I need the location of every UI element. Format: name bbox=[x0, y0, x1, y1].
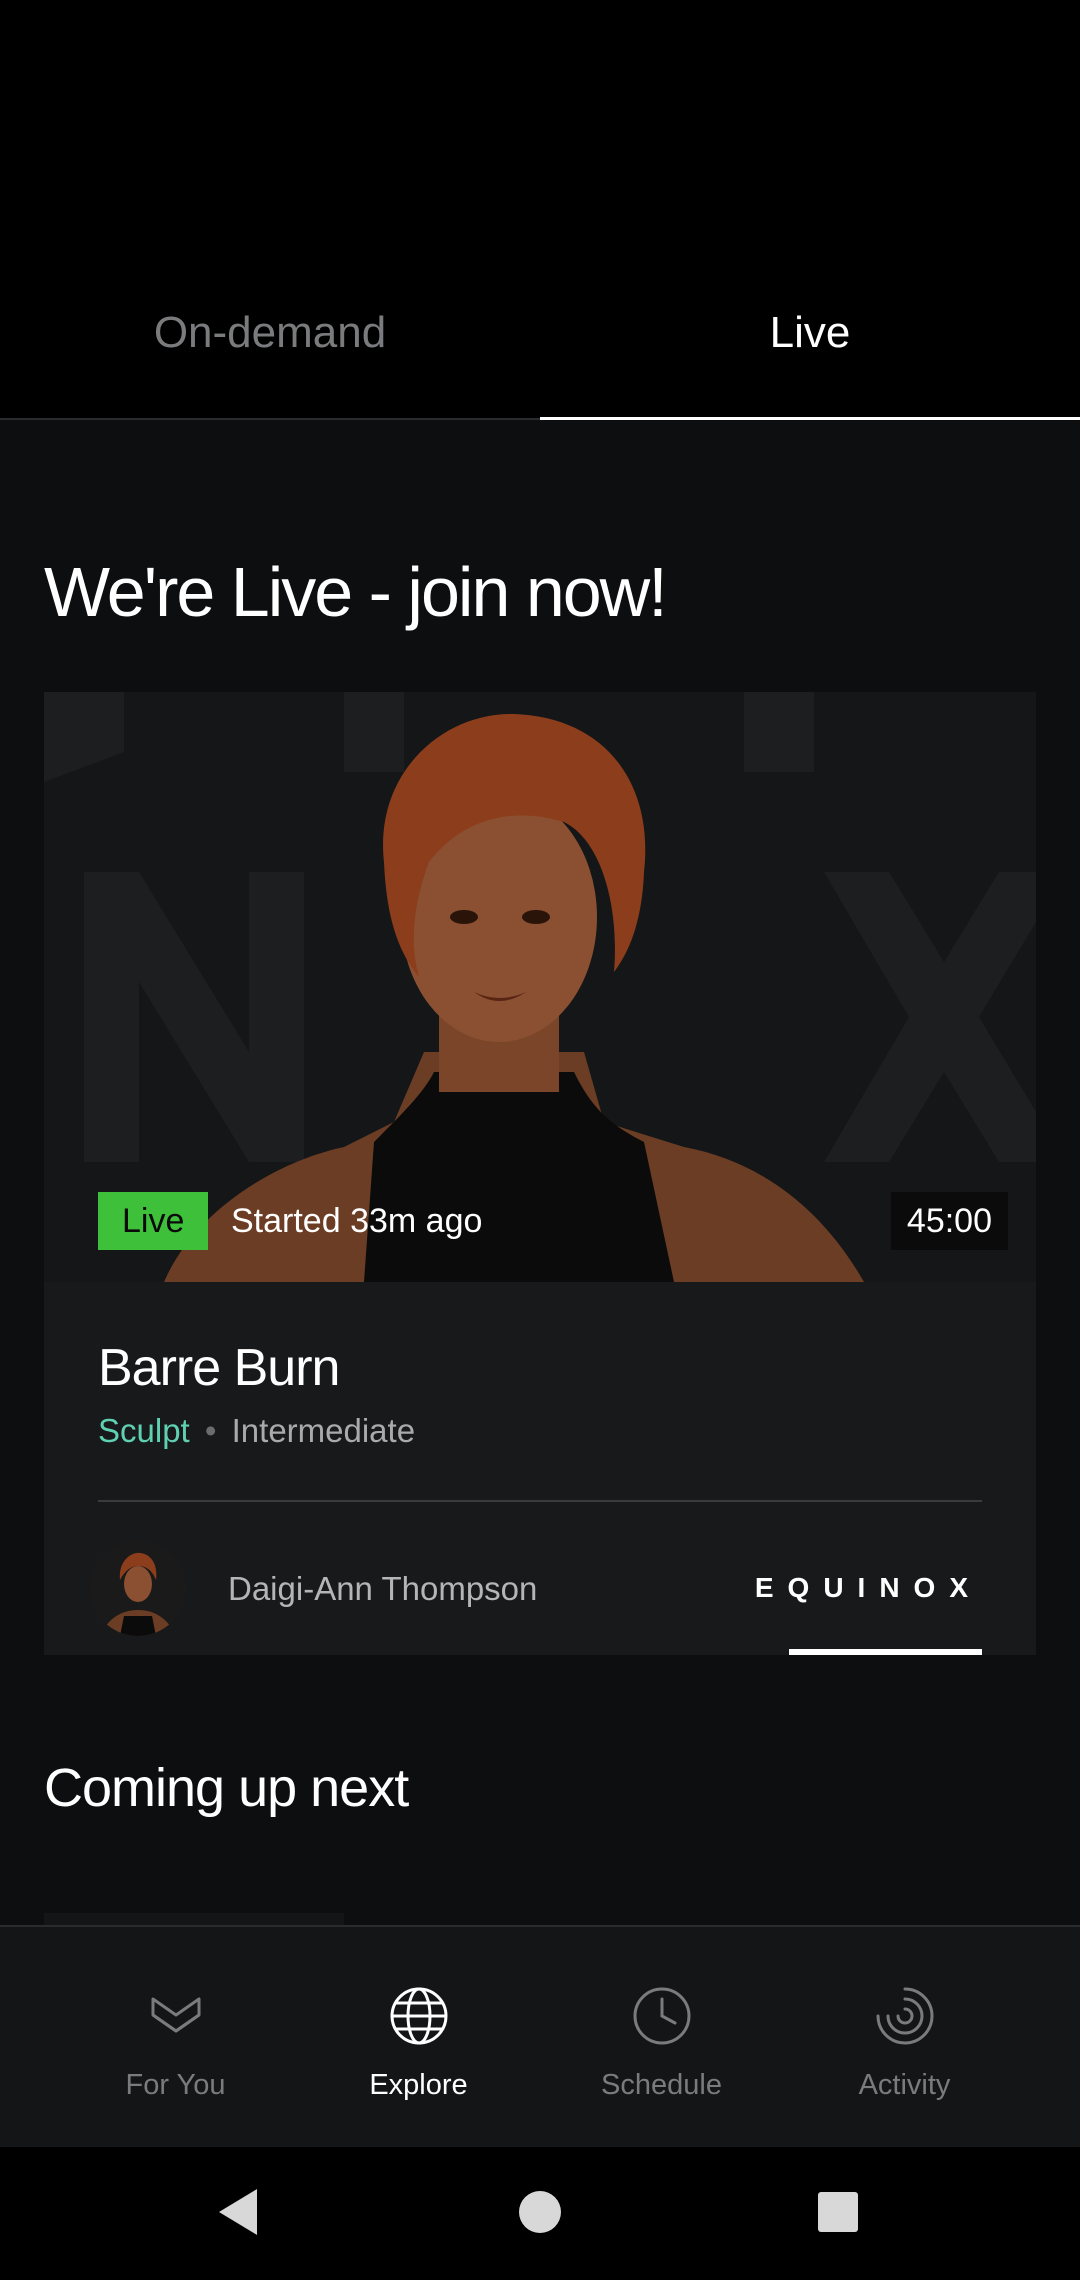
globe-icon bbox=[390, 1987, 447, 2045]
nav-for-you-label: For You bbox=[125, 2069, 226, 2101]
brand-underline bbox=[789, 1649, 982, 1655]
nav-activity[interactable]: Activity bbox=[783, 1927, 1026, 2147]
instructor-avatar bbox=[90, 1540, 186, 1636]
tab-on-demand[interactable]: On-demand bbox=[0, 260, 540, 418]
instructor-name: Daigi-Ann Thompson bbox=[228, 1570, 538, 1607]
class-category: Sculpt bbox=[98, 1412, 190, 1449]
started-time-text: Started 33m ago bbox=[231, 1202, 483, 1240]
app-screen: On-demand Live We're Live - join now! Li… bbox=[0, 0, 1080, 2280]
equinox-logo: EQUINOX bbox=[754, 1572, 982, 1603]
activity-rings-icon bbox=[876, 1987, 933, 2045]
card-divider bbox=[98, 1500, 982, 1502]
class-meta: Sculpt • Intermediate bbox=[98, 1412, 415, 1450]
tab-live[interactable]: Live bbox=[540, 260, 1080, 420]
duration-badge: 45:00 bbox=[890, 1192, 1008, 1250]
bottom-navigation: For You Explore Schedule Activity bbox=[0, 1925, 1080, 2147]
nav-activity-label: Activity bbox=[858, 2069, 951, 2101]
main-content[interactable]: We're Live - join now! Live Started 33m … bbox=[0, 422, 1080, 1925]
recents-square-icon[interactable] bbox=[803, 2177, 873, 2247]
heart-chevron-icon bbox=[151, 1997, 200, 2033]
live-section-title: We're Live - join now! bbox=[44, 553, 668, 631]
nav-schedule-label: Schedule bbox=[601, 2069, 722, 2101]
class-hero-image: Live Started 33m ago 45:00 bbox=[44, 692, 1036, 1282]
clock-icon bbox=[633, 1987, 690, 2045]
back-triangle-icon[interactable] bbox=[205, 2177, 275, 2247]
system-navigation-bar bbox=[0, 2147, 1080, 2280]
nav-for-you[interactable]: For You bbox=[54, 1927, 297, 2147]
nav-schedule[interactable]: Schedule bbox=[540, 1927, 783, 2147]
content-type-tabs: On-demand Live bbox=[0, 260, 1080, 420]
nav-explore-label: Explore bbox=[369, 2069, 468, 2101]
meta-separator: • bbox=[204, 1412, 217, 1449]
next-class-card-peek[interactable] bbox=[44, 1913, 344, 1925]
live-badge: Live bbox=[98, 1192, 209, 1250]
live-class-card[interactable]: Live Started 33m ago 45:00 Barre Burn Sc… bbox=[44, 692, 1036, 1655]
status-bar-area bbox=[0, 0, 1080, 260]
coming-up-title: Coming up next bbox=[44, 1758, 409, 1818]
nav-explore[interactable]: Explore bbox=[297, 1927, 540, 2147]
class-level: Intermediate bbox=[231, 1412, 416, 1449]
home-circle-icon[interactable] bbox=[505, 2177, 575, 2247]
class-title: Barre Burn bbox=[98, 1339, 340, 1397]
class-info: Barre Burn Sculpt • Intermediate Daigi-A… bbox=[44, 1282, 1036, 1655]
